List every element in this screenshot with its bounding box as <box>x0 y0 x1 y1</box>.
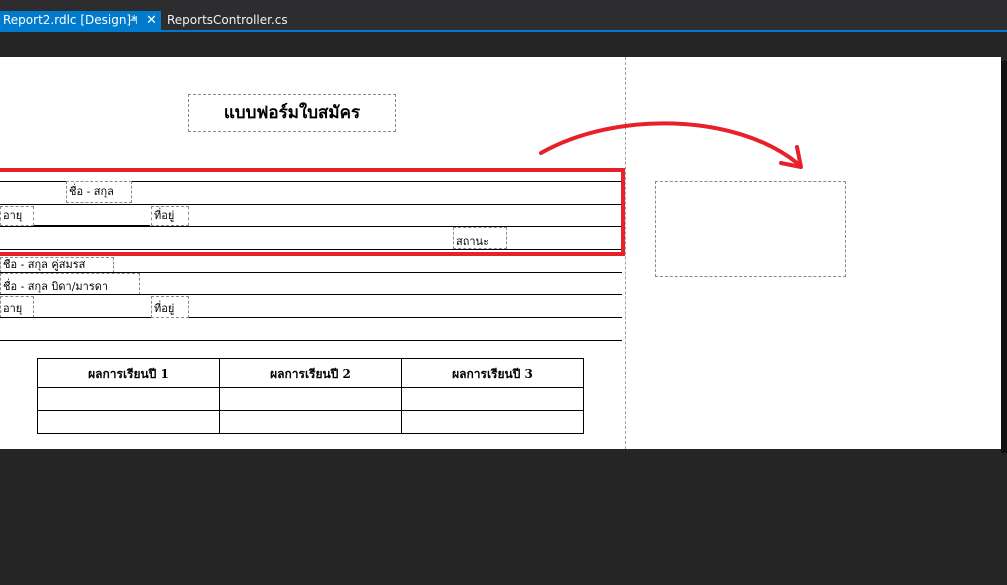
report-design-surface[interactable]: แบบฟอร์มใบสมัคร ชื่อ - สกุล อายุ ที่อยู่… <box>0 57 1001 449</box>
spouse-label-textbox[interactable]: ชื่อ - สกุล คู่สมรส <box>0 257 114 273</box>
table-row <box>37 387 584 411</box>
table-cell[interactable] <box>219 387 402 411</box>
table-cell[interactable] <box>219 410 402 434</box>
grades-header-year2[interactable]: ผลการเรียนปี 2 <box>219 358 402 388</box>
table-cell[interactable] <box>37 410 220 434</box>
grades-header-year3[interactable]: ผลการเรียนปี 3 <box>401 358 584 388</box>
document-tab-strip: Report2.rdlc [Design]* ⊣ ✕ ReportsContro… <box>0 0 1007 32</box>
grades-header-year1[interactable]: ผลการเรียนปี 1 <box>37 358 220 388</box>
tab-label: Report2.rdlc [Design]* <box>3 13 138 27</box>
pin-icon[interactable]: ⊣ <box>128 11 138 30</box>
close-icon[interactable]: ✕ <box>146 11 157 30</box>
grades-table[interactable]: ผลการเรียนปี 1 ผลการเรียนปี 2 ผลการเรียน… <box>37 358 584 434</box>
table-row <box>37 410 584 434</box>
row-line <box>34 317 151 318</box>
tab-report2-design[interactable]: Report2.rdlc [Design]* ⊣ ✕ <box>0 11 161 30</box>
table-cell[interactable] <box>401 410 584 434</box>
table-cell[interactable] <box>401 387 584 411</box>
row-line <box>0 294 622 295</box>
parent-address-label-textbox[interactable]: ที่อยู่ <box>151 296 189 318</box>
row-line <box>0 317 34 318</box>
canvas-shadow <box>1001 61 1007 453</box>
row-line <box>189 317 622 318</box>
tab-underline <box>0 30 1007 32</box>
report-title-textbox[interactable]: แบบฟอร์มใบสมัคร <box>188 94 396 132</box>
image-placeholder-box[interactable] <box>655 181 846 277</box>
highlight-rectangle <box>0 168 625 256</box>
table-header-row: ผลการเรียนปี 1 ผลการเรียนปี 2 ผลการเรียน… <box>37 358 584 388</box>
row-line <box>0 340 622 341</box>
tab-reports-controller[interactable]: ReportsController.cs <box>167 11 288 30</box>
table-cell[interactable] <box>37 387 220 411</box>
parent-age-label-textbox[interactable]: อายุ <box>0 296 34 318</box>
parent-label-textbox[interactable]: ชื่อ - สกุล บิดา/มารดา <box>0 273 140 295</box>
curved-arrow-icon <box>539 121 803 169</box>
report-body-boundary[interactable] <box>625 57 626 449</box>
